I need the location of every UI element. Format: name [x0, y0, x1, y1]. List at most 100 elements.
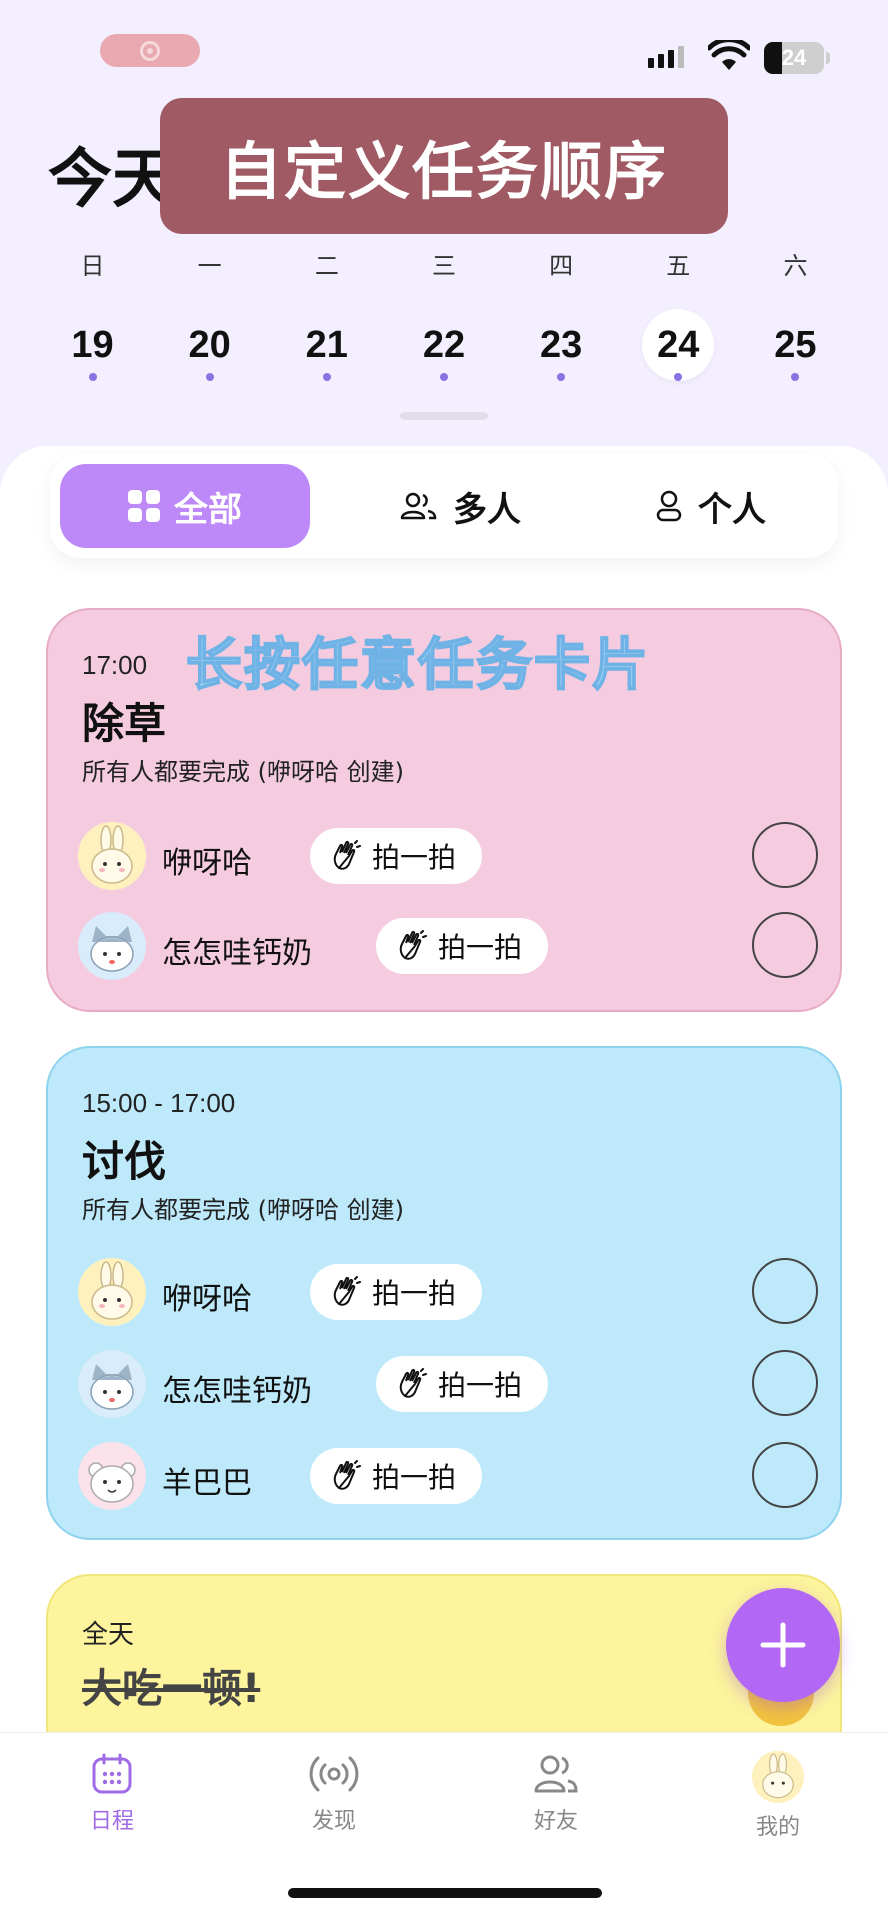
page-title: 今天: [48, 143, 176, 217]
weekday-label: 三: [431, 252, 456, 280]
date-22[interactable]: 22: [385, 309, 502, 389]
date-25[interactable]: 25: [737, 309, 854, 389]
member-row: 怎怎哇钙奶 拍一拍: [78, 1350, 818, 1420]
pat-button[interactable]: 拍一拍: [310, 828, 483, 884]
date-21[interactable]: 21: [268, 309, 385, 389]
weekday-label: 日: [80, 252, 105, 280]
date-number: 19: [71, 323, 114, 366]
clap-hand-icon: [333, 1460, 361, 1490]
calendar-icon: [92, 1753, 132, 1794]
overlay-caption: 自定义任务顺序: [160, 98, 728, 234]
task-dot: [88, 373, 97, 381]
home-indicator[interactable]: [288, 1888, 602, 1898]
date-19[interactable]: 19: [34, 309, 151, 389]
status-bar: 24: [0, 0, 888, 100]
avatar[interactable]: [78, 1258, 146, 1326]
broadcast-icon: [309, 1756, 359, 1792]
filter-multi-label: 多人: [453, 489, 521, 530]
complete-checkbox[interactable]: [752, 912, 818, 978]
clap-hand-icon: [333, 1276, 361, 1306]
cat-avatar-icon: [90, 1364, 134, 1410]
date-23[interactable]: 23: [503, 309, 620, 389]
battery-level: 24: [781, 45, 807, 70]
member-row: 怎怎哇钙奶 拍一拍: [78, 912, 818, 982]
battery-icon: 24: [764, 42, 824, 74]
member-name: 咿呀哈: [162, 1282, 252, 1317]
date-number: 21: [305, 323, 348, 366]
member-row: 咿呀哈 拍一拍: [78, 1258, 818, 1328]
complete-checkbox[interactable]: [752, 1258, 818, 1324]
tab-mine-label: 我的: [755, 1815, 800, 1840]
filter-personal-label: 个人: [698, 489, 766, 530]
weekday-label: 二: [314, 252, 339, 280]
complete-checkbox[interactable]: [752, 822, 818, 888]
grid-icon: [128, 490, 160, 522]
complete-checkbox[interactable]: [752, 1442, 818, 1508]
bunny-avatar-icon: [762, 1753, 794, 1799]
task-dot: [439, 373, 448, 381]
tab-schedule[interactable]: 日程: [42, 1751, 182, 1835]
bunny-avatar-icon: [91, 825, 133, 884]
record-icon: [140, 40, 160, 61]
pat-button[interactable]: 拍一拍: [310, 1264, 483, 1320]
avatar[interactable]: [78, 1442, 146, 1510]
filter-all-button[interactable]: 全部: [60, 464, 310, 548]
tab-discover-label: 发现: [311, 1809, 356, 1834]
member-row: 咿呀哈 拍一拍: [78, 822, 818, 892]
bunny-avatar-icon: [91, 1261, 133, 1320]
cat-avatar-icon: [90, 926, 134, 972]
date-number: 22: [422, 323, 466, 366]
drag-handle[interactable]: [400, 412, 488, 420]
filter-personal-button[interactable]: 个人: [600, 464, 820, 548]
task-description: 所有人都要完成 (咿呀哈 创建): [82, 758, 404, 786]
tab-friends-label: 好友: [533, 1809, 578, 1834]
wifi-icon: [708, 40, 750, 70]
screen-recording-indicator[interactable]: [100, 34, 200, 67]
add-task-button[interactable]: [726, 1588, 840, 1702]
member-name: 羊巴巴: [162, 1466, 252, 1501]
filter-segmented-control: 全部 多人 个人: [50, 454, 838, 558]
avatar[interactable]: [78, 822, 146, 890]
avatar[interactable]: [78, 912, 146, 980]
pat-label: 拍一拍: [438, 1369, 523, 1402]
pat-label: 拍一拍: [438, 931, 523, 964]
tab-discover[interactable]: 发现: [264, 1751, 404, 1835]
task-card[interactable]: 15:00 - 17:00 讨伐 所有人都要完成 (咿呀哈 创建) 咿呀哈 拍一…: [46, 1046, 842, 1540]
task-title: 大吃一顿!: [82, 1666, 261, 1712]
weekday-label: 五: [666, 252, 691, 280]
task-description: 所有人都要完成 (咿呀哈 创建): [82, 1196, 404, 1224]
pat-button[interactable]: 拍一拍: [376, 918, 549, 974]
battery-tip: [826, 52, 830, 64]
signal-icon: [648, 46, 684, 68]
complete-checkbox[interactable]: [752, 1350, 818, 1416]
tab-mine[interactable]: 我的: [708, 1751, 848, 1841]
pat-button[interactable]: 拍一拍: [376, 1356, 549, 1412]
pat-button[interactable]: 拍一拍: [310, 1448, 483, 1504]
person-icon: [656, 490, 682, 522]
task-dot: [205, 373, 214, 381]
group-icon: [400, 492, 437, 520]
date-number: 25: [774, 323, 817, 366]
profile-avatar: [752, 1751, 804, 1803]
date-number: 23: [539, 323, 583, 366]
tab-friends[interactable]: 好友: [486, 1751, 626, 1835]
task-title: 除草: [82, 699, 167, 748]
clap-hand-icon: [399, 1368, 427, 1398]
date-20[interactable]: 20: [151, 309, 268, 389]
avatar[interactable]: [78, 1350, 146, 1418]
task-dot: [322, 373, 331, 381]
member-name: 怎怎哇钙奶: [162, 936, 312, 971]
clap-hand-icon: [399, 930, 427, 960]
filter-multi-button[interactable]: 多人: [350, 464, 570, 548]
task-time: 15:00 - 17:00: [82, 1088, 236, 1118]
friends-icon: [534, 1755, 578, 1793]
week-calendar: 日 一 二 三 四 五 六 19 20 21 22 23 24 25: [34, 246, 854, 389]
date-24[interactable]: 24: [620, 309, 737, 389]
task-time: 17:00: [82, 650, 148, 680]
date-number: 20: [188, 323, 231, 366]
pat-label: 拍一拍: [372, 841, 457, 874]
sheep-avatar-icon: [88, 1462, 136, 1503]
weekday-label: 六: [783, 252, 808, 280]
weekday-label: 一: [197, 252, 222, 280]
pat-label: 拍一拍: [372, 1461, 457, 1494]
